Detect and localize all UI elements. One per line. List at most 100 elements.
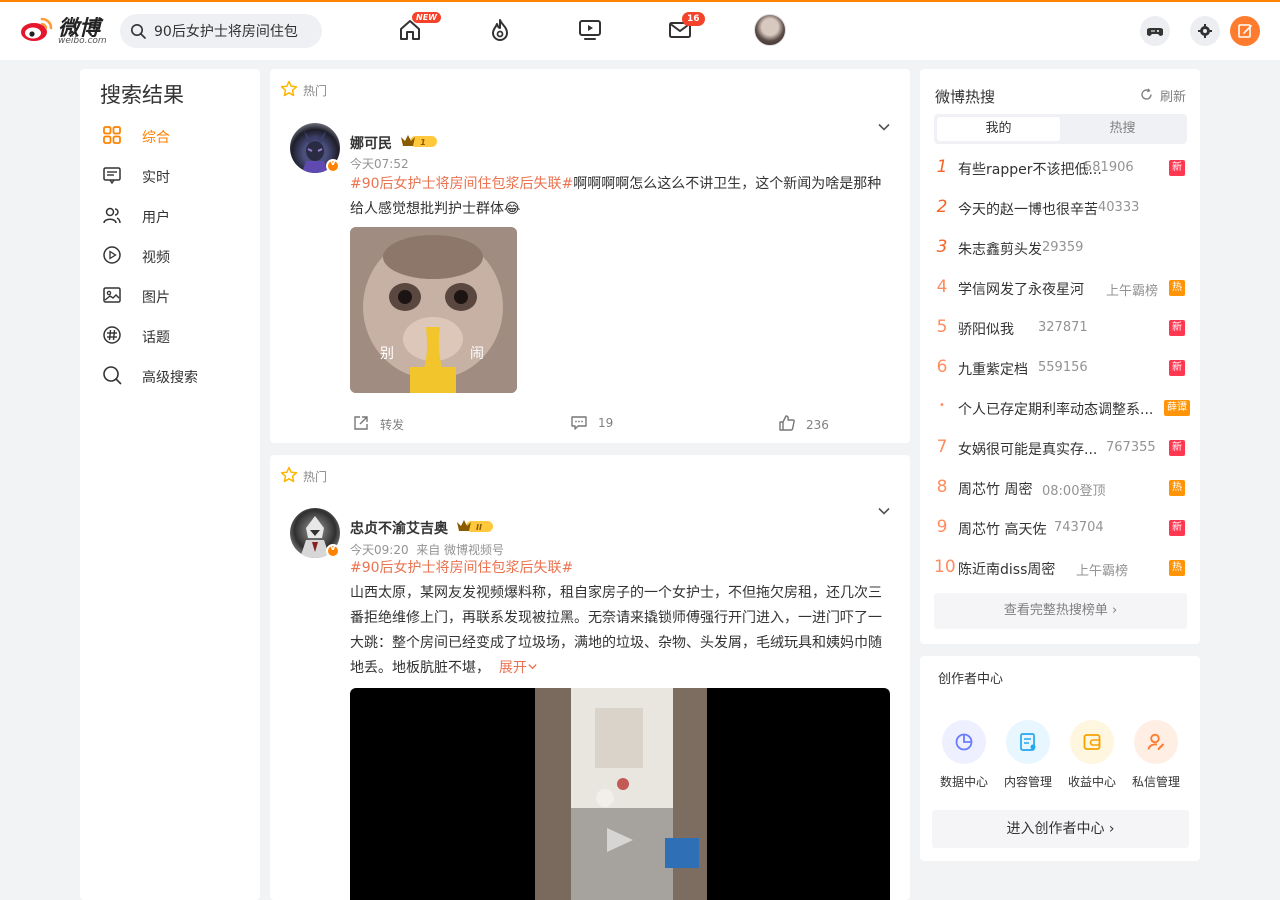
hot-word: 陈近南diss周密 — [958, 562, 1056, 578]
chevron-down-icon[interactable] — [876, 119, 892, 135]
hot-count: 767355 — [1106, 440, 1156, 455]
chart-icon — [955, 733, 973, 751]
chart-icon-circle — [942, 720, 986, 764]
vip-crown-badge: 1 — [401, 135, 437, 147]
hot-flag-badge: 热 — [1169, 280, 1185, 296]
nav-video[interactable] — [574, 14, 606, 46]
sidebar-item-label: 高级搜索 — [142, 370, 198, 386]
image-icon — [103, 287, 121, 303]
sidebar-item-label: 用户 — [142, 210, 170, 226]
vip-crown-badge: II — [457, 520, 493, 532]
post-source[interactable]: 来自 微博视频号 — [416, 543, 504, 557]
repost-label: 转发 — [380, 418, 405, 432]
chevron-down-icon — [528, 664, 537, 670]
creator-item-label: 私信管理 — [1131, 775, 1180, 789]
hot-word: 周芯竹 周密 — [958, 482, 1033, 498]
hot-search-item[interactable]: • 个人已存定期利率动态调整系... 薛谭 — [934, 397, 1190, 419]
hot-word: 有些rapper不该把低... — [958, 162, 1102, 178]
post-text: 山西太原，某网友发视频爆料称，租自家房子的一个女护士，不但拖欠房租，还几次三番拒… — [350, 581, 890, 681]
sidebar-item-advanced-search[interactable]: 高级搜索 — [100, 363, 250, 387]
realtime-icon — [103, 167, 121, 185]
hot-word: 女娲很可能是真实存... — [958, 442, 1098, 458]
sidebar-item-label: 综合 — [142, 130, 170, 146]
hot-search-item[interactable]: 3 朱志鑫剪头发 29359 — [934, 237, 1190, 259]
author-name[interactable]: 忠贞不渝艾吉奥 — [350, 518, 448, 538]
hot-search-item[interactable]: 2 今天的赵一博也很辛苦 40333 — [934, 197, 1190, 219]
post-time[interactable]: 今天07:52 — [350, 155, 409, 172]
hot-rank: 6 — [936, 357, 948, 377]
sidebar-item-realtime[interactable]: 实时 — [100, 163, 250, 187]
author-name[interactable]: 娜可民 — [350, 133, 392, 153]
nav-messages[interactable]: 16 — [664, 12, 705, 46]
gear-icon — [1198, 24, 1212, 38]
hot-search-item[interactable]: 9 周芯竹 高天佐 743704 新 — [934, 517, 1190, 539]
hot-count: 559156 — [1038, 360, 1088, 375]
creator-item-earnings-center[interactable]: 收益中心 — [1060, 720, 1124, 790]
image-caption-right: 闹 — [470, 346, 484, 362]
comment-count: 19 — [598, 416, 614, 430]
hot-word: 九重紫定档 — [958, 362, 1028, 378]
sidebar-item-users[interactable]: 用户 — [100, 203, 250, 227]
hot-count: 581906 — [1084, 160, 1134, 175]
vip-level: 1 — [420, 138, 426, 147]
creator-item-content-management[interactable]: 内容管理 — [996, 720, 1060, 790]
hot-search-item[interactable]: 5 骄阳似我 327871 新 — [934, 317, 1190, 339]
hot-word: 周芯竹 高天佐 — [958, 522, 1047, 538]
sidebar-title: 搜索结果 — [100, 83, 184, 107]
compose-button[interactable] — [1230, 16, 1260, 46]
tab-hot[interactable]: 热搜 — [1061, 117, 1184, 141]
like-count: 236 — [806, 418, 829, 432]
hot-count: 08:00登顶 — [1042, 484, 1106, 499]
repost-icon — [354, 416, 368, 430]
hot-flag-badge: 热 — [1169, 480, 1185, 496]
document-icon-circle — [1006, 720, 1050, 764]
hot-search-item[interactable]: 8 周芯竹 周密 08:00登顶 热 — [934, 477, 1190, 499]
user-avatar[interactable] — [754, 14, 786, 46]
search-box[interactable] — [120, 14, 322, 48]
hot-word: 个人已存定期利率动态调整系... — [958, 402, 1154, 418]
monkey-image — [350, 227, 517, 393]
search-input[interactable] — [154, 20, 314, 42]
sidebar-item-topics[interactable]: 话题 — [100, 323, 250, 347]
creator-item-message-management[interactable]: 私信管理 — [1124, 720, 1188, 790]
nav-hot[interactable] — [484, 14, 516, 46]
video-player[interactable] — [350, 688, 890, 900]
feed-post: 热门 忠贞不渝艾吉奥 II 今天09:20 来自 微博视频号 #90后女护士将房… — [270, 455, 910, 900]
hot-search-item[interactable]: 6 九重紫定档 559156 新 — [934, 357, 1190, 379]
sidebar-item-label: 视频 — [142, 250, 170, 266]
game-button[interactable] — [1140, 16, 1170, 46]
left-sidebar: 搜索结果 综合 实时 用户 视频 图片 话题 高级搜索 — [80, 69, 260, 900]
tab-mine[interactable]: 我的 — [937, 117, 1060, 141]
hot-label: 热门 — [303, 470, 328, 484]
thumbs-up-icon — [779, 415, 795, 431]
chevron-down-icon[interactable] — [876, 503, 892, 519]
hot-flag-badge: 新 — [1169, 440, 1185, 456]
video-icon — [103, 246, 121, 264]
compose-icon — [1238, 24, 1252, 38]
sidebar-item-comprehensive[interactable]: 综合 — [100, 123, 250, 147]
new-badge: NEW — [412, 12, 441, 23]
enter-creator-center-button[interactable]: 进入创作者中心 › — [932, 810, 1189, 848]
creator-item-data-center[interactable]: 数据中心 — [932, 720, 996, 790]
topic-link[interactable]: #90后女护士将房间住包浆后失联# — [350, 560, 573, 576]
search-icon — [103, 366, 122, 385]
sidebar-item-video[interactable]: 视频 — [100, 243, 250, 267]
post-time[interactable]: 今天09:20 — [350, 543, 409, 557]
hot-count: 29359 — [1042, 240, 1084, 255]
expand-link[interactable]: 展开 — [499, 660, 538, 676]
settings-button[interactable] — [1190, 16, 1220, 46]
hot-count: 743704 — [1054, 520, 1104, 535]
hot-search-item[interactable]: 4 学信网发了永夜星河 上午霸榜热 — [934, 277, 1190, 299]
post-image[interactable]: 别 闹 — [350, 227, 517, 393]
star-icon — [280, 466, 298, 483]
view-full-hot-list-link[interactable]: 查看完整热搜榜单 › — [934, 593, 1187, 629]
sidebar-item-images[interactable]: 图片 — [100, 283, 250, 307]
flame-icon — [492, 19, 508, 41]
grid-icon — [103, 126, 121, 144]
nav-home[interactable]: NEW — [394, 12, 441, 46]
weibo-logo[interactable]: 微博 weibo.com — [20, 12, 110, 48]
topic-link[interactable]: #90后女护士将房间住包浆后失联# — [350, 176, 573, 192]
hot-search-item[interactable]: 10 陈近南diss周密 上午霸榜 热 — [934, 557, 1190, 579]
hot-search-item[interactable]: 1 有些rapper不该把低... 581906 新 — [934, 157, 1190, 179]
hot-search-item[interactable]: 7 女娲很可能是真实存... 767355 新 — [934, 437, 1190, 459]
